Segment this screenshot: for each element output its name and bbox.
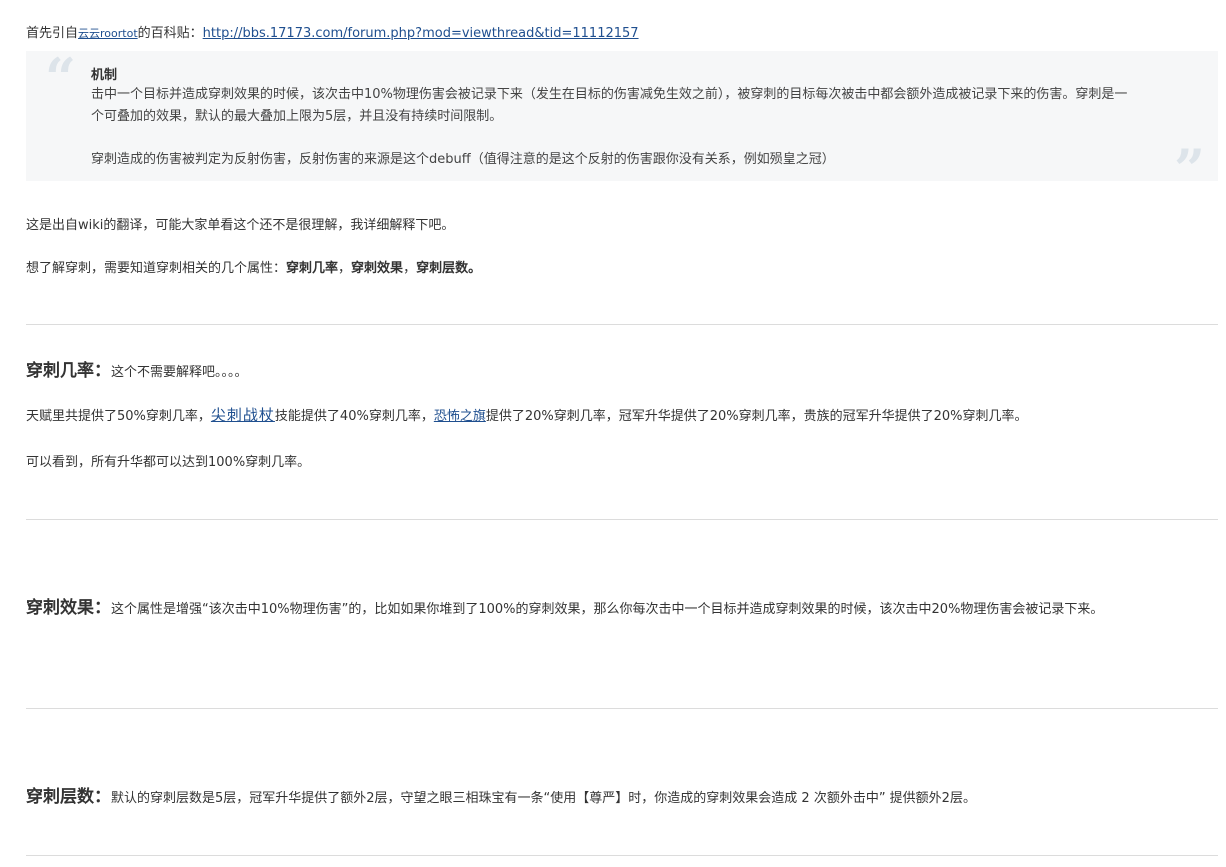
divider-1 bbox=[26, 324, 1218, 325]
attr-sep-1: ， bbox=[338, 261, 352, 276]
skill-link-dread-banner[interactable]: 恐怖之旗 bbox=[434, 409, 486, 424]
quote-paragraph-1: 击中一个目标并造成穿刺效果的时候，该次击中10%物理伤害会被记录下来（发生在目标… bbox=[91, 87, 1128, 124]
paragraph-attributes: 想了解穿刺，需要知道穿刺相关的几个属性：穿刺几率，穿刺效果，穿刺层数。 bbox=[26, 257, 481, 276]
attr-chance: 穿刺几率 bbox=[286, 261, 339, 276]
divider-4 bbox=[26, 855, 1218, 856]
attr-sep-2: ， bbox=[403, 261, 417, 276]
quote-title: 机制 bbox=[91, 68, 118, 83]
intro-line: 首先引自云云roortot的百科贴：http://bbs.17173.com/f… bbox=[26, 22, 639, 41]
intro-middle: 的百科贴： bbox=[137, 26, 203, 41]
section-stacks-desc: 默认的穿刺层数是5层，冠军升华提供了额外2层，守望之眼三相珠宝有一条“使用【尊严… bbox=[111, 791, 976, 806]
paragraph-wiki-note: 这是出自wiki的翻译，可能大家单看这个还不是很理解，我详细解释下吧。 bbox=[26, 218, 455, 233]
chance-text-a: 天赋里共提供了50%穿刺几率， bbox=[26, 409, 211, 424]
section-effect-line: 穿刺效果：这个属性是增强“该次击中10%物理伤害”的，比如如果你堆到了100%的… bbox=[26, 593, 1103, 618]
section-chance-line-1: 天赋里共提供了50%穿刺几率，尖刺战杖技能提供了40%穿刺几率，恐怖之旗提供了2… bbox=[26, 404, 1028, 425]
divider-2 bbox=[26, 519, 1218, 520]
close-quote-icon: ” bbox=[1173, 137, 1205, 201]
chance-text-c: 提供了20%穿刺几率，冠军升华提供了20%穿刺几率，贵族的冠军升华提供了20%穿… bbox=[485, 409, 1028, 424]
section-effect-heading: 穿刺效果： bbox=[26, 598, 111, 618]
skill-link-spiked-staff[interactable]: 尖刺战杖 bbox=[211, 406, 275, 424]
attr-effect: 穿刺效果 bbox=[351, 261, 404, 276]
section-stacks-heading: 穿刺层数： bbox=[26, 787, 111, 807]
quote-paragraph-2: 穿刺造成的伤害被判定为反射伤害，反射伤害的来源是这个debuff（值得注意的是这… bbox=[91, 152, 835, 167]
section-chance-heading: 穿刺几率： bbox=[26, 361, 111, 381]
chance-text-b: 技能提供了40%穿刺几率， bbox=[274, 409, 434, 424]
open-quote-icon: “ bbox=[45, 46, 77, 110]
section-stacks-line: 穿刺层数：默认的穿刺层数是5层，冠军升华提供了额外2层，守望之眼三相珠宝有一条“… bbox=[26, 782, 976, 807]
intro-prefix: 首先引自 bbox=[26, 26, 79, 41]
divider-3 bbox=[26, 708, 1218, 709]
blockquote: “ 机制 击中一个目标并造成穿刺效果的时候，该次击中10%物理伤害会被记录下来（… bbox=[26, 46, 1218, 196]
section-effect-desc: 这个属性是增强“该次击中10%物理伤害”的，比如如果你堆到了100%的穿刺效果，… bbox=[111, 602, 1104, 617]
attr-stacks: 穿刺层数。 bbox=[416, 261, 482, 276]
author-link[interactable]: 云云roortot bbox=[78, 27, 138, 40]
section-chance-desc: 这个不需要解释吧。。。。 bbox=[111, 365, 248, 380]
source-url-link[interactable]: http://bbs.17173.com/forum.php?mod=viewt… bbox=[203, 26, 639, 41]
section-chance-heading-line: 穿刺几率：这个不需要解释吧。。。。 bbox=[26, 356, 248, 381]
attributes-intro: 想了解穿刺，需要知道穿刺相关的几个属性： bbox=[26, 261, 287, 276]
section-chance-line-2: 可以看到，所有升华都可以达到100%穿刺几率。 bbox=[26, 455, 311, 470]
